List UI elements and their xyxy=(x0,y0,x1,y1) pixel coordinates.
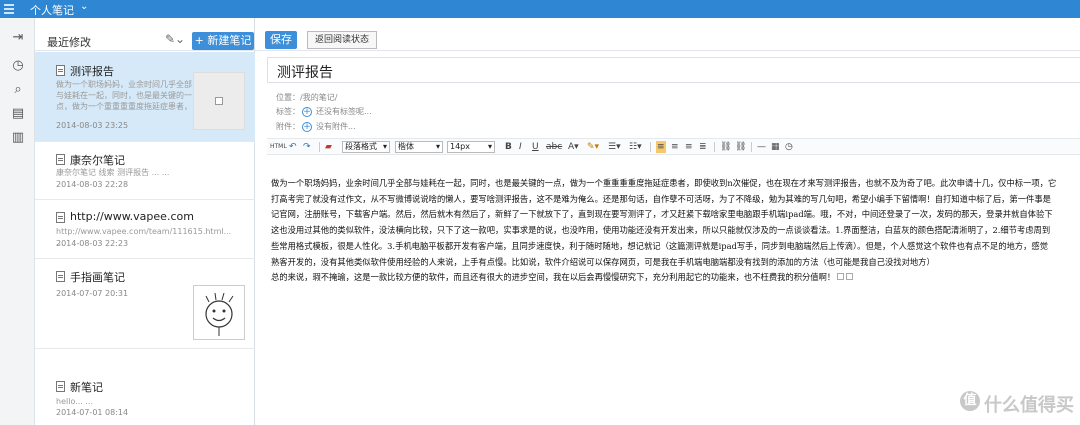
location-row: 位置：/我的笔记/ xyxy=(276,92,337,103)
doodle-face-icon xyxy=(205,292,234,336)
format-toolbar: HTML ↶ ↷ ▰ 段落格式 楷体 14px B I U abc A▾ ✎▾ … xyxy=(267,138,1080,155)
align-left-icon[interactable]: ≡ xyxy=(656,141,666,153)
left-rail: ⇥ ◷ ⌕ ▤ ▥ xyxy=(0,18,35,425)
bold-icon[interactable]: B xyxy=(505,141,512,153)
underline-icon[interactable]: U xyxy=(532,141,539,153)
font-size-select[interactable]: 14px xyxy=(447,141,495,153)
note-date: 2014-08-03 22:28 xyxy=(56,180,129,189)
note-list-header: 最近修改 ✎⌄ + 新建笔记 xyxy=(35,18,255,51)
tags-row: 标签： + 还没有标签呢... xyxy=(276,106,372,117)
back-to-read-button[interactable]: 返回阅读状态 xyxy=(307,31,377,49)
list-item[interactable]: http://www.vapee.com http://www.vapee.co… xyxy=(35,200,255,259)
add-attachment-icon[interactable]: + xyxy=(302,122,312,132)
note-snippet: hello... ... xyxy=(56,397,93,406)
body-line: 些常用格式模板，很是人性化。3.手机电脑平板都开发有客户端，且同步速度快，利于随… xyxy=(271,240,1049,251)
tags-label: 标签： xyxy=(276,107,300,116)
chevron-down-icon[interactable]: ⌄ xyxy=(80,1,88,12)
note-date: 2014-07-07 20:31 xyxy=(56,289,129,298)
unlink-icon[interactable]: ⛓ xyxy=(735,141,746,153)
list-item[interactable]: 手指画笔记 2014-07-07 20:31 xyxy=(35,259,255,349)
watermark-text: 什么值得买 xyxy=(984,395,1074,416)
note-list: 最近修改 ✎⌄ + 新建笔记 测评报告 做为一个职场妈妈，业余时间几乎全部与娃耗… xyxy=(35,18,255,425)
attachment-row: 附件： + 没有附件... xyxy=(276,121,356,132)
title-field[interactable]: 测评报告 xyxy=(267,57,1080,83)
body-line: 总的来说，瑕不掩瑜，这是一款比较方便的软件，而且还有很大的进步空间，我在以后会再… xyxy=(271,270,1080,286)
edit-icon[interactable]: ✎⌄ xyxy=(165,32,185,46)
note-date: 2014-08-03 23:25 xyxy=(56,121,129,130)
note-date: 2014-08-03 22:23 xyxy=(56,239,129,248)
location-value[interactable]: /我的笔记/ xyxy=(300,93,337,102)
list-item[interactable]: 新笔记 hello... ... 2014-07-01 08:14 xyxy=(35,349,255,425)
notebook-title[interactable]: 个人笔记 xyxy=(30,2,74,18)
bullet-list-icon[interactable]: ☷▾ xyxy=(629,141,642,153)
font-color-icon[interactable]: A▾ xyxy=(568,141,579,153)
document-icon xyxy=(56,65,65,76)
document-icon xyxy=(56,154,65,165)
note-title: 手指画笔记 xyxy=(70,271,125,284)
list-item[interactable]: 康奈尔笔记 康奈尔笔记 线索 测评报告 ... ... 2014-08-03 2… xyxy=(35,142,255,200)
add-tag-icon[interactable]: + xyxy=(302,107,312,117)
note-title: http://www.vapee.com xyxy=(70,210,194,223)
list-item[interactable]: 测评报告 做为一个职场妈妈，业余时间几乎全部与娃耗在一起，同时，也是最关键的一点… xyxy=(35,52,255,142)
menu-icon[interactable] xyxy=(4,4,14,14)
note-thumbnail xyxy=(193,72,245,130)
note-thumbnail xyxy=(193,285,245,340)
watermark: 值什么值得买 xyxy=(960,391,1074,417)
note-title-input[interactable]: 测评报告 xyxy=(277,62,333,82)
note-title: 新笔记 xyxy=(70,381,103,394)
notebook-icon[interactable]: ▥ xyxy=(10,130,26,146)
note-snippet: 做为一个职场妈妈，业余时间几乎全部与娃耗在一起，同时，也是最关键的一点，做为一个… xyxy=(56,80,192,111)
undo-icon[interactable]: ↶ xyxy=(289,141,297,153)
watermark-icon: 值 xyxy=(960,391,980,411)
align-center-icon[interactable]: ≡ xyxy=(671,141,679,153)
link-icon[interactable]: ⛓ xyxy=(720,141,731,153)
body-line: 记官网，注册账号，下载客户端。然后，然后就木有然后了，新鲜了一下就放下了，直到现… xyxy=(271,209,1053,220)
search-icon[interactable]: ⌕ xyxy=(10,82,26,98)
justify-icon[interactable]: ≣ xyxy=(699,141,707,153)
editor: 测评报告 位置：/我的笔记/ 标签： + 还没有标签呢... 附件： + 没有附件...… xyxy=(255,51,1080,425)
location-label: 位置： xyxy=(276,93,300,102)
attachment-input[interactable]: 没有附件... xyxy=(316,122,356,131)
body-line: 打高考完了就没有过作文，从不写微博说说啥的懒人，要写啥测评报告，这不是难为俺么。… xyxy=(271,193,1051,204)
document-icon xyxy=(56,212,65,223)
align-right-icon[interactable]: ≡ xyxy=(685,141,693,153)
note-icon[interactable]: ▤ xyxy=(10,106,26,122)
ordered-list-icon[interactable]: ☰▾ xyxy=(608,141,621,153)
clear-format-icon[interactable]: ▰ xyxy=(325,141,332,153)
tags-input[interactable]: 还没有标签呢... xyxy=(316,107,372,116)
body-line: 熟客开发的，没有其他类似软件使用经验的人来说，上手有点慢。比如说，软件介绍说可以… xyxy=(271,256,935,267)
time-icon[interactable]: ◷ xyxy=(785,141,793,153)
table-icon[interactable]: ▦ xyxy=(771,141,780,153)
font-family-select[interactable]: 楷体 xyxy=(395,141,443,153)
recent-label: 最近修改 xyxy=(47,36,91,49)
note-date: 2014-07-01 08:14 xyxy=(56,408,129,417)
note-title: 康奈尔笔记 xyxy=(70,154,125,167)
html-source-icon[interactable]: HTML xyxy=(270,141,287,153)
clock-icon[interactable]: ◷ xyxy=(10,58,26,74)
attachment-label: 附件： xyxy=(276,122,300,131)
body-line: 这也没用过其他的类似软件，没法横向比较，只下了这一款吧，实事求是的说，也没咋用，… xyxy=(271,225,1051,236)
new-note-button[interactable]: + 新建笔记 xyxy=(192,32,254,50)
save-button[interactable]: 保存 xyxy=(265,31,297,49)
note-title: 测评报告 xyxy=(70,65,114,78)
horizontal-rule-icon[interactable]: — xyxy=(757,141,766,153)
italic-icon[interactable]: I xyxy=(519,141,522,153)
top-bar: 个人笔记 ⌄ xyxy=(0,0,1080,18)
document-icon xyxy=(56,271,65,282)
note-snippet: 康奈尔笔记 线索 测评报告 ... ... xyxy=(56,168,170,177)
paragraph-format-select[interactable]: 段落格式 xyxy=(342,141,390,153)
redo-icon[interactable]: ↷ xyxy=(303,141,311,153)
body-line: 做为一个职场妈妈，业余时间几乎全部与娃耗在一起，同时，也是最关键的一点，做为一个… xyxy=(271,178,1057,188)
collapse-icon[interactable]: ⇥ xyxy=(10,30,26,46)
highlight-icon[interactable]: ✎▾ xyxy=(587,141,599,153)
note-body[interactable]: 做为一个职场妈妈，业余时间几乎全部与娃耗在一起，同时，也是最关键的一点，做为一个… xyxy=(271,176,1080,286)
strikethrough-icon[interactable]: abc xyxy=(546,141,562,153)
editor-toolbar: 保存 返回阅读状态 xyxy=(255,18,1080,51)
